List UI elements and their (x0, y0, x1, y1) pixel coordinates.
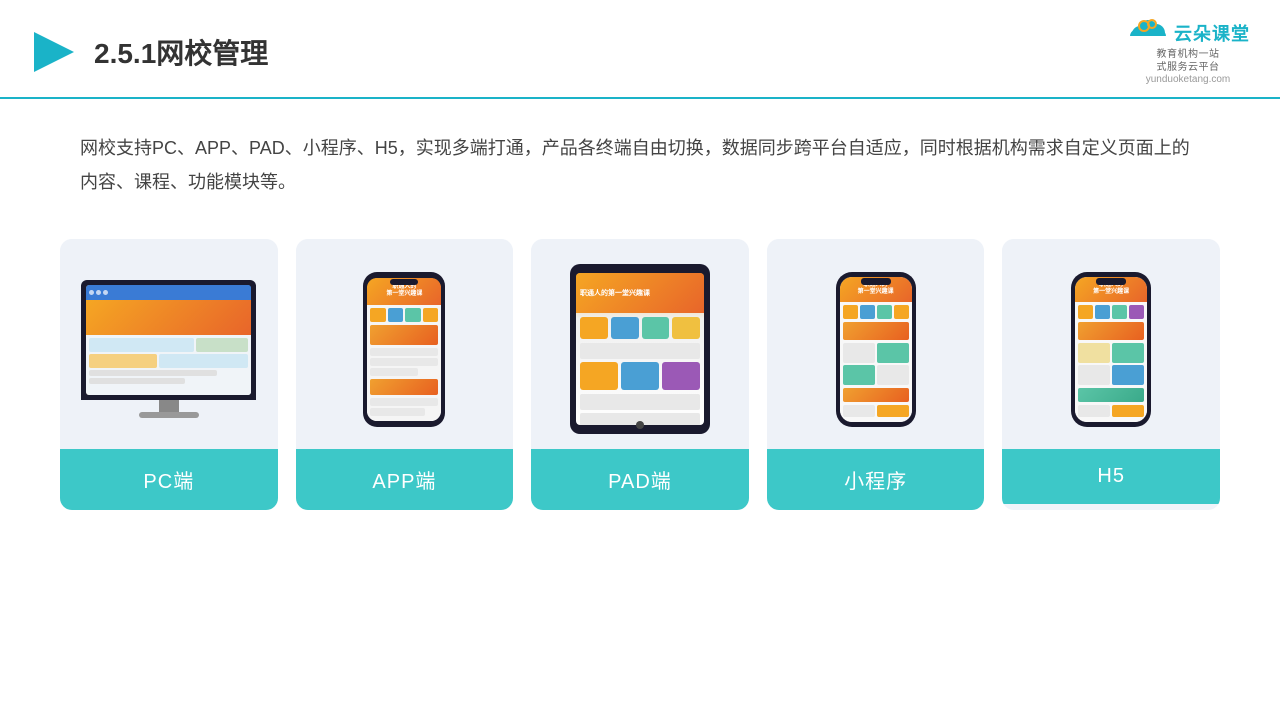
card-mini-label: 小程序 (767, 449, 985, 510)
card-pc-label: PC端 (60, 449, 278, 510)
card-miniprogram: 职通人的第一堂兴趣课 (767, 239, 985, 510)
header-left: 2.5.1网校管理 (30, 28, 268, 76)
pad-screen: 职通人的第一堂兴趣课 (576, 273, 704, 425)
card-pc-image (60, 239, 278, 449)
card-pad: 职通人的第一堂兴趣课 (531, 239, 749, 510)
description-text: 网校支持PC、APP、PAD、小程序、H5，实现多端打通，产品各终端自由切换，数… (0, 99, 1280, 199)
pad-top-text: 职通人的第一堂兴趣课 (580, 288, 650, 298)
card-h5: 职通人的第一堂兴趣课 (1002, 239, 1220, 510)
card-h5-label: H5 (1002, 449, 1220, 504)
card-pad-label: PAD端 (531, 449, 749, 510)
pc-monitor (76, 280, 261, 418)
logo-url: yunduoketang.com (1146, 74, 1231, 85)
phone-app-frame: 职通人的第一堂兴趣课 (363, 272, 445, 427)
phone-h5-screen: 职通人的第一堂兴趣课 (1075, 277, 1147, 422)
phone-top-text: 职通人的第一堂兴趣课 (386, 284, 422, 300)
phone-mini-frame: 职通人的第一堂兴趣课 (836, 272, 916, 427)
monitor-base (139, 412, 199, 418)
monitor-screen (86, 285, 251, 395)
card-app-image: 职通人的第一堂兴趣课 (296, 239, 514, 449)
page-header: 2.5.1网校管理 云朵课堂 教育机构一站 式服务云平台 yunduoketan… (0, 0, 1280, 99)
phone-h5-frame: 职通人的第一堂兴趣课 (1071, 272, 1151, 427)
logo-cloud: 云朵课堂 (1126, 18, 1250, 48)
card-pad-image: 职通人的第一堂兴趣课 (531, 239, 749, 449)
cards-container: PC端 职通人的第一堂兴趣课 (0, 199, 1280, 510)
page-title: 2.5.1网校管理 (94, 32, 268, 72)
phone-h5-notch (1096, 278, 1126, 285)
card-pc: PC端 (60, 239, 278, 510)
monitor-frame (81, 280, 256, 400)
card-app-label: APP端 (296, 449, 514, 510)
play-icon (30, 28, 78, 76)
phone-mini-notch (861, 278, 891, 285)
cloud-icon (1126, 18, 1170, 48)
phone-notch (390, 279, 418, 285)
pad-home-button (636, 421, 644, 429)
card-mini-image: 职通人的第一堂兴趣课 (767, 239, 985, 449)
card-h5-image: 职通人的第一堂兴趣课 (1002, 239, 1220, 449)
phone-app-screen: 职通人的第一堂兴趣课 (367, 278, 441, 421)
logo-text: 云朵课堂 (1174, 20, 1250, 46)
card-app: 职通人的第一堂兴趣课 (296, 239, 514, 510)
logo-area: 云朵课堂 教育机构一站 式服务云平台 yunduoketang.com (1126, 18, 1250, 85)
monitor-neck (159, 400, 179, 412)
pad-frame: 职通人的第一堂兴趣课 (570, 264, 710, 434)
logo-subtitle: 教育机构一站 式服务云平台 (1157, 48, 1220, 74)
phone-mini-screen: 职通人的第一堂兴趣课 (840, 277, 912, 422)
pad-top-area: 职通人的第一堂兴趣课 (576, 273, 704, 313)
